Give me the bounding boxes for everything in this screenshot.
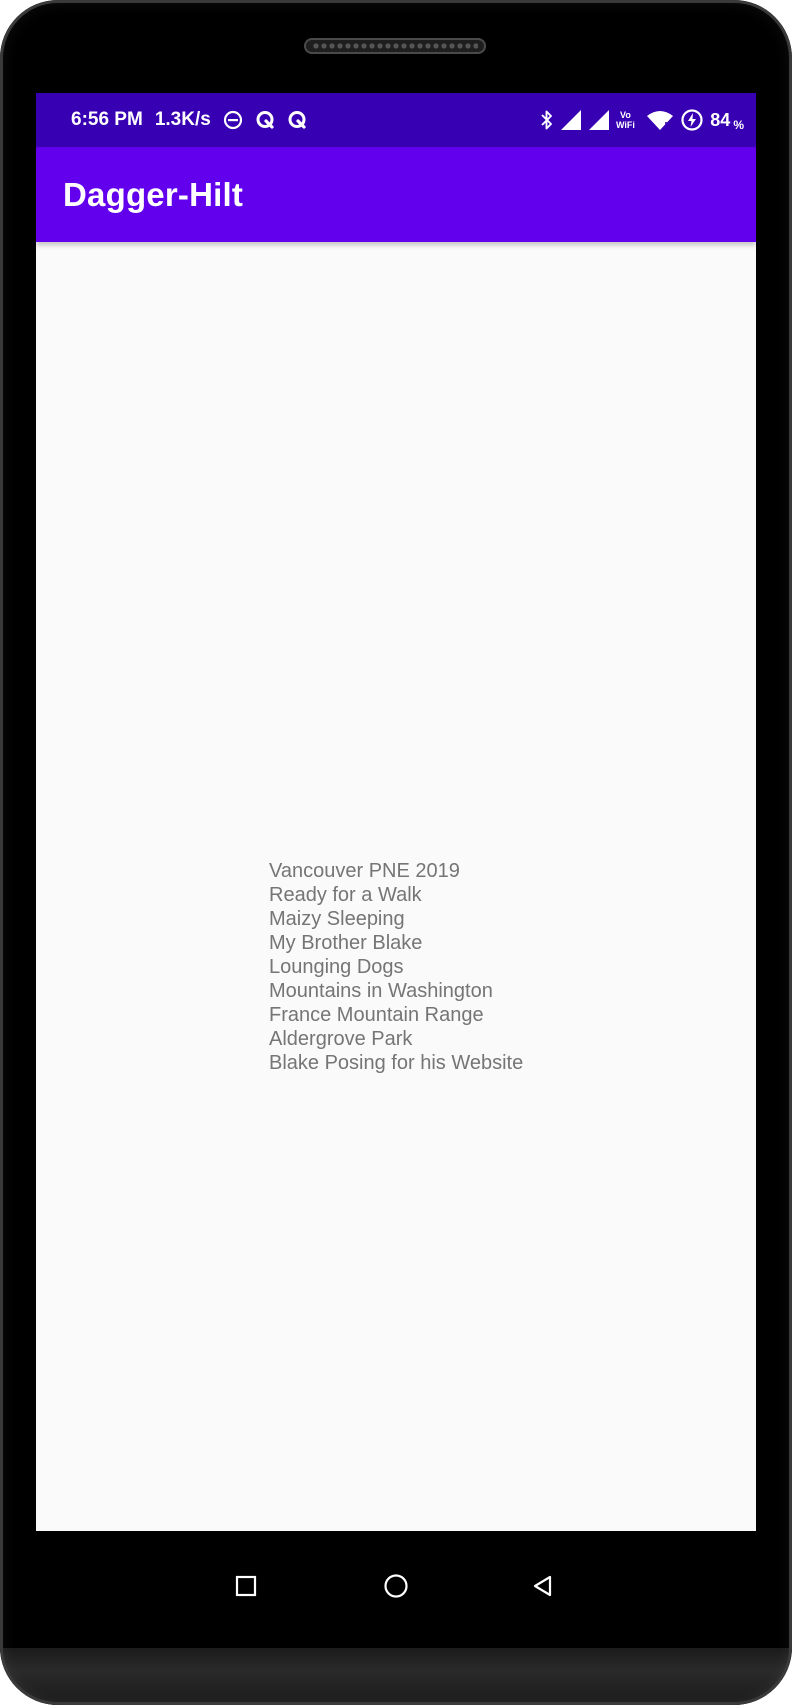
home-button[interactable] — [373, 1563, 419, 1609]
signal-icon — [588, 109, 610, 131]
list-item: Ready for a Walk — [269, 884, 422, 906]
list-item: Vancouver PNE 2019 — [269, 860, 460, 882]
list-item: Blake Posing for his Website — [269, 1052, 524, 1074]
list-item: Mountains in Washington — [269, 980, 493, 1002]
battery-percent-sign: % — [733, 118, 744, 132]
list-item: Maizy Sleeping — [269, 908, 405, 930]
bluetooth-icon — [540, 109, 554, 131]
list-item: France Mountain Range — [269, 1004, 484, 1026]
status-time: 6:56 PM — [71, 109, 143, 130]
app-bar: Dagger-Hilt — [36, 147, 756, 242]
earpiece-speaker — [304, 38, 486, 54]
device-screen: 6:56 PM 1.3K/s Vo WiFi 84 % Dagger-Hilt … — [36, 93, 756, 1531]
status-bar-right: Vo WiFi 84 % — [540, 93, 744, 147]
vowifi-icon: Vo WiFi — [616, 109, 640, 131]
list-item: Aldergrove Park — [269, 1028, 413, 1050]
photo-title-list: Vancouver PNE 2019 Ready for a Walk Maiz… — [269, 859, 523, 1075]
signal-icon — [560, 109, 582, 131]
back-triangle-icon — [533, 1575, 552, 1597]
phone-bottom-bezel — [0, 1648, 792, 1705]
list-item: Lounging Dogs — [269, 956, 404, 978]
back-button[interactable] — [520, 1563, 566, 1609]
main-content: Vancouver PNE 2019 Ready for a Walk Maiz… — [36, 242, 756, 1531]
list-item: My Brother Blake — [269, 932, 423, 954]
battery-level: 84 — [710, 109, 731, 130]
network-speed: 1.3K/s — [154, 109, 211, 130]
svg-text:Vo: Vo — [620, 110, 631, 120]
do-not-disturb-icon — [223, 110, 243, 130]
wifi-icon — [646, 109, 674, 131]
navigation-bar — [0, 1531, 792, 1641]
q-app-icon — [287, 110, 307, 130]
recents-button[interactable] — [223, 1563, 269, 1609]
home-circle-icon — [384, 1574, 408, 1598]
recents-square-icon — [235, 1575, 257, 1597]
battery-charging-icon — [680, 108, 704, 132]
phone-frame: 6:56 PM 1.3K/s Vo WiFi 84 % Dagger-Hilt … — [0, 0, 792, 1705]
speaker-grill — [312, 42, 478, 50]
status-bar-left: 6:56 PM 1.3K/s — [71, 93, 307, 147]
svg-text:WiFi: WiFi — [616, 120, 635, 130]
app-title: Dagger-Hilt — [63, 176, 244, 213]
status-bar: 6:56 PM 1.3K/s Vo WiFi 84 % — [36, 93, 756, 147]
q-app-icon — [255, 110, 275, 130]
